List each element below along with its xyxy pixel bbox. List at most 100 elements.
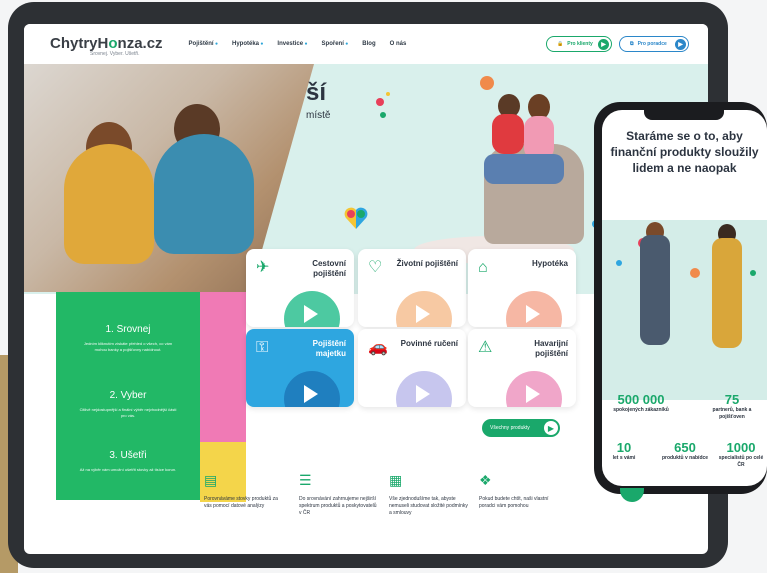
feature-text: Pokud budete chtít, naši vlastní poradci… bbox=[479, 496, 549, 509]
top-navigation: ChytryHonza.cz Srovnej. Vyber. Ušetři. P… bbox=[24, 24, 708, 64]
stat-label: produktů v nabídce bbox=[661, 455, 709, 461]
stat-specialists: 1000 specialistů po celé ČR bbox=[716, 440, 766, 469]
colorful-heart-icon bbox=[344, 207, 368, 229]
all-products-button[interactable]: Všechny produkty ▶ bbox=[482, 419, 560, 437]
feature-text: Do srovnávání zahrnujeme nejširší spektr… bbox=[299, 496, 377, 516]
menu-item-blog[interactable]: Blog bbox=[362, 41, 375, 47]
house-icon: ⌂ bbox=[478, 259, 488, 276]
step-compare: 1. Srovnej Jedním kliknutím získáte přeh… bbox=[56, 324, 200, 353]
arrow-blob-icon bbox=[284, 371, 340, 407]
hero-title: ší bbox=[306, 79, 327, 106]
decor-dot bbox=[480, 76, 494, 90]
suitcase-icon: ✈ bbox=[256, 259, 270, 276]
decor-dot bbox=[750, 270, 756, 276]
lock-icon: 🔒 bbox=[557, 41, 564, 47]
menu-item-investment[interactable]: Investice bbox=[277, 41, 307, 47]
for-clients-label: Pro klienty bbox=[567, 41, 593, 47]
feature-text: Vše zjednodušíme tak, abyste nemuseli st… bbox=[389, 496, 468, 516]
step-title: 3. Ušetři bbox=[109, 450, 147, 461]
arrow-blob-icon bbox=[506, 371, 562, 407]
decor-dot bbox=[386, 92, 390, 96]
phone-notch bbox=[644, 110, 724, 120]
crash-icon: ⚠ bbox=[478, 339, 493, 356]
stat-products: 650 produktů v nabídce bbox=[660, 440, 710, 462]
menu-item-mortgage[interactable]: Hypotéka bbox=[232, 41, 263, 47]
arrow-right-icon: ▶ bbox=[544, 421, 558, 435]
arrow-blob-icon bbox=[284, 291, 340, 327]
main-menu: Pojištění Hypotéka Investice Spoření Blo… bbox=[189, 41, 407, 47]
pink-accent-strip bbox=[200, 292, 246, 442]
tile-label: Cestovní pojištění bbox=[312, 259, 346, 278]
for-advisors-button[interactable]: ⧉ Pro poradce ▶ bbox=[619, 36, 689, 52]
stat-customers: 500 000 spokojených zákazníků bbox=[606, 392, 676, 414]
step-save: 3. Ušetři Až na výběr vám umožní ušetřit… bbox=[56, 450, 200, 473]
arrow-blob-icon bbox=[396, 371, 452, 407]
feature-text: Porovnáváme stovky produktů za vás pomoc… bbox=[204, 496, 278, 509]
stat-label: partnerů, bank a pojišťoven bbox=[712, 407, 752, 420]
stat-label: spokojených zákazníků bbox=[613, 407, 669, 413]
external-link-icon: ⧉ bbox=[630, 41, 634, 47]
tile-property-insurance[interactable]: ⚿ Pojištění majetku bbox=[246, 329, 354, 407]
hero-subtitle: místě bbox=[306, 110, 331, 121]
steps-panel: 1. Srovnej Jedním kliknutím získáte přeh… bbox=[56, 292, 200, 500]
tile-travel-insurance[interactable]: ✈ Cestovní pojištění bbox=[246, 249, 354, 327]
tile-label: Havarijní pojištění bbox=[534, 339, 568, 358]
handshake-icon: ❖ bbox=[479, 472, 492, 488]
phone-mint-background bbox=[602, 220, 767, 400]
arrow-right-icon: ▶ bbox=[675, 39, 686, 50]
for-advisors-label: Pro poradce bbox=[637, 41, 667, 47]
phone-title: Staráme se o to, aby finanční produkty s… bbox=[610, 129, 759, 175]
decor-dot bbox=[616, 260, 622, 266]
chart-icon: ▤ bbox=[204, 472, 218, 488]
woman-body-shape bbox=[64, 144, 154, 264]
checklist-icon: ☰ bbox=[299, 472, 312, 488]
step-choose: 2. Vyber Citlivě nejdostupnější a fináln… bbox=[56, 390, 200, 419]
tile-life-insurance[interactable]: ♡ Životní pojištění bbox=[358, 249, 466, 327]
man-body-shape bbox=[154, 134, 254, 254]
feature-item: ❖ Pokud budete chtít, naši vlastní porad… bbox=[479, 472, 559, 510]
menu-item-insurance[interactable]: Pojištění bbox=[189, 41, 218, 47]
stat-label: let s vámi bbox=[612, 455, 636, 461]
product-tiles: ✈ Cestovní pojištění ♡ Životní pojištění… bbox=[246, 249, 576, 411]
for-clients-button[interactable]: 🔒 Pro klienty ▶ bbox=[546, 36, 612, 52]
tile-label: Povinné ručení bbox=[400, 339, 458, 348]
phone-screen: Staráme se o to, aby finanční produkty s… bbox=[602, 110, 767, 486]
feature-item: ☰ Do srovnávání zahrnujeme nejširší spek… bbox=[299, 472, 379, 517]
stat-number: 10 bbox=[616, 440, 632, 455]
step-description: Jedním kliknutím získáte přehled o všech… bbox=[83, 341, 173, 352]
tile-label: Pojištění majetku bbox=[312, 339, 346, 358]
feature-item: ▤ Porovnáváme stovky produktů za vás pom… bbox=[204, 472, 284, 510]
step-description: Až na výběr vám umožní ušetřit stovky až… bbox=[79, 467, 177, 472]
stat-partners: 75 partnerů, bank a pojišťoven bbox=[702, 392, 762, 421]
menu-item-about[interactable]: O nás bbox=[390, 41, 407, 47]
all-products-label: Všechny produkty bbox=[490, 425, 530, 431]
heart-hand-icon: ♡ bbox=[368, 259, 383, 276]
tile-collision-insurance[interactable]: ⚠ Havarijní pojištění bbox=[468, 329, 576, 407]
stat-number: 500 000 bbox=[617, 392, 665, 407]
key-icon: ⚿ bbox=[256, 339, 269, 356]
logo-accent: o bbox=[108, 35, 118, 52]
arrow-right-icon: ▶ bbox=[598, 39, 609, 50]
tile-liability-insurance[interactable]: 🚗 Povinné ručení bbox=[358, 329, 466, 407]
stat-number: 650 bbox=[674, 440, 696, 455]
legs-shape bbox=[484, 154, 564, 184]
decor-dot bbox=[380, 112, 386, 118]
logo-domain: nza.cz bbox=[117, 35, 163, 52]
tile-mortgage[interactable]: ⌂ Hypotéka bbox=[468, 249, 576, 327]
stat-years: 10 let s vámi bbox=[604, 440, 644, 462]
menu-item-savings[interactable]: Spoření bbox=[322, 41, 349, 47]
site-logo[interactable]: ChytryHonza.cz Srovnej. Vyber. Ušetři. bbox=[50, 35, 163, 57]
logo-text: ChytryH bbox=[50, 35, 109, 52]
phone-frame: Staráme se o to, aby finanční produkty s… bbox=[594, 102, 767, 494]
man-standing-photo bbox=[640, 235, 670, 345]
features-row: ▤ Porovnáváme stovky produktů za vás pom… bbox=[174, 472, 574, 542]
man-shirt-shape bbox=[492, 114, 524, 154]
feature-item: ▦ Vše zjednodušíme tak, abyste nemuseli … bbox=[389, 472, 469, 517]
document-icon: ▦ bbox=[389, 472, 403, 488]
stat-number: 1000 bbox=[726, 440, 756, 455]
decor-dot bbox=[376, 98, 384, 106]
logo-tagline: Srovnej. Vyber. Ušetři. bbox=[90, 51, 140, 57]
woman-standing-photo bbox=[712, 238, 742, 348]
arrow-blob-icon bbox=[506, 291, 562, 327]
tile-label: Životní pojištění bbox=[396, 259, 458, 268]
